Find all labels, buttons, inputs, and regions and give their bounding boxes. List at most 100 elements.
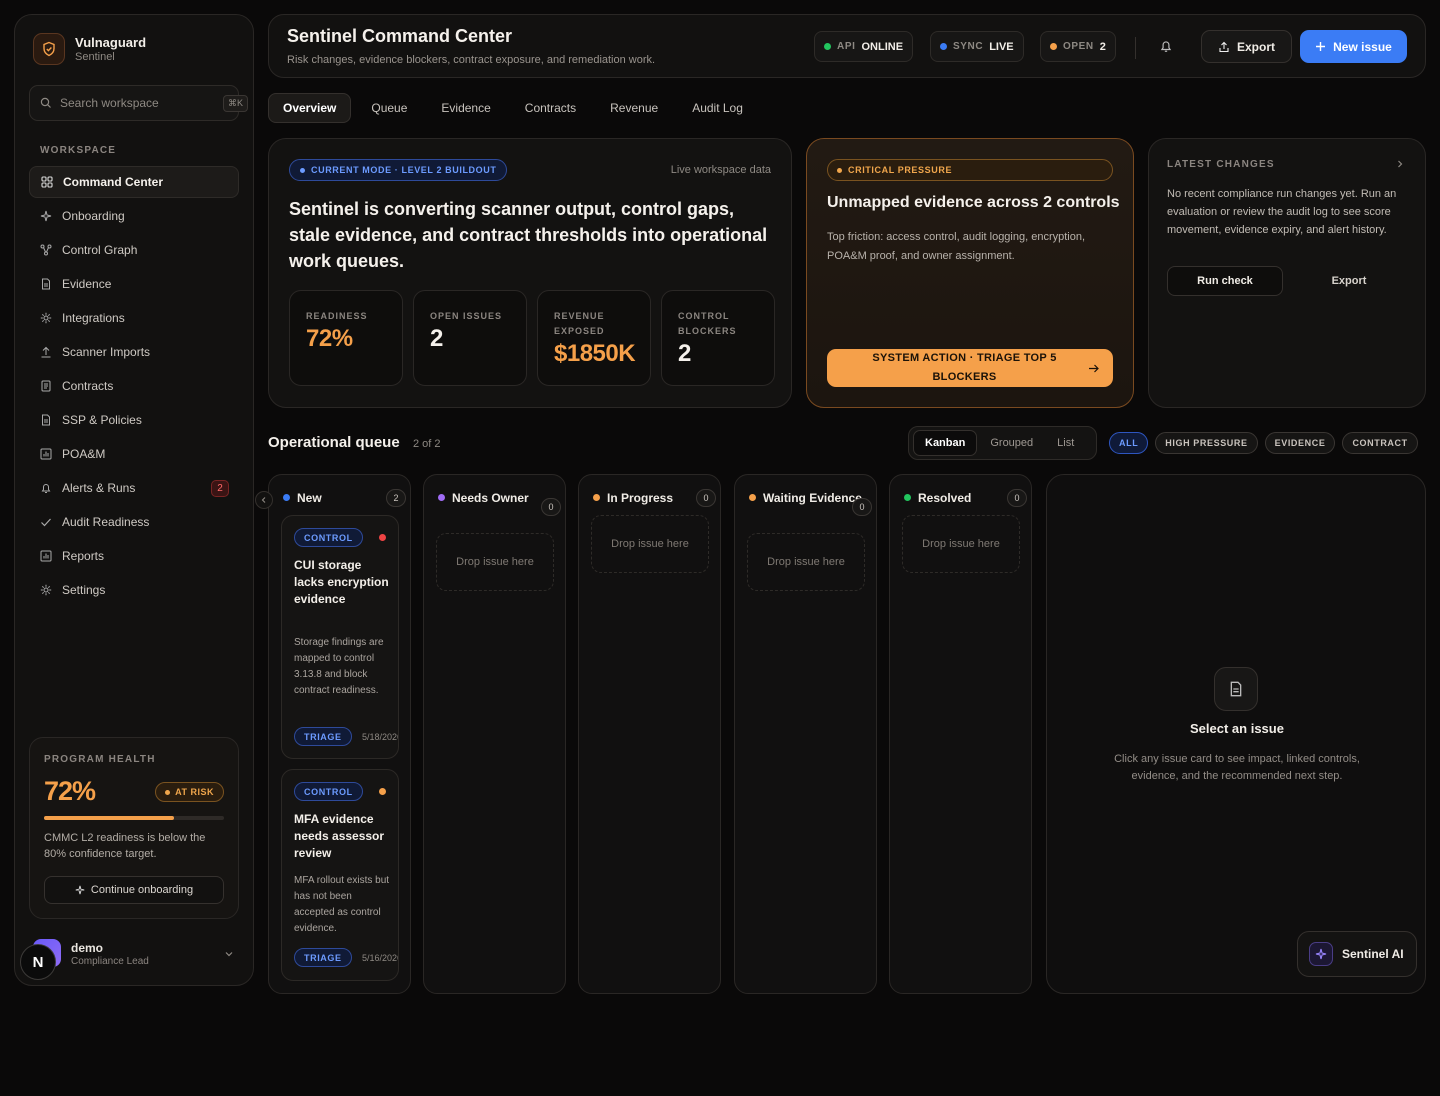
sidebar-item-label: Control Graph <box>62 243 138 257</box>
sidebar-item-poam[interactable]: POA&M <box>29 438 239 470</box>
alerts-count-badge: 2 <box>211 480 229 497</box>
drop-zone[interactable]: Drop issue here <box>591 515 709 573</box>
dev-badge[interactable]: N <box>20 944 56 980</box>
drop-zone[interactable]: Drop issue here <box>902 515 1020 573</box>
filter-contract[interactable]: CONTRACT <box>1342 432 1418 454</box>
sidebar-item-label: Command Center <box>63 175 164 189</box>
search-box[interactable]: ⌘K <box>29 85 249 121</box>
search-input[interactable] <box>60 96 215 110</box>
bell-icon[interactable] <box>1159 39 1173 53</box>
search-shortcut: ⌘K <box>223 94 249 112</box>
sidebar: Vulnaguard Sentinel ⌘K WORKSPACE Command… <box>14 14 254 986</box>
filter-high-pressure[interactable]: HIGH PRESSURE <box>1155 432 1258 454</box>
risk-badge: AT RISK <box>155 782 224 802</box>
sidebar-item-reports[interactable]: Reports <box>29 540 239 572</box>
overview-hero-card: CURRENT MODE · LEVEL 2 BUILDOUT Live wor… <box>268 138 792 408</box>
sidebar-item-audit-readiness[interactable]: Audit Readiness <box>29 506 239 538</box>
issue-date: 5/16/2026 <box>362 953 399 963</box>
sidebar-item-label: Alerts & Runs <box>62 481 136 495</box>
column-dot <box>904 494 911 501</box>
view-kanban[interactable]: Kanban <box>913 430 978 456</box>
sidebar-item-contracts[interactable]: Contracts <box>29 370 239 402</box>
tab-bar: Overview Queue Evidence Contracts Revenu… <box>268 93 757 123</box>
issue-title: CUI storage lacks encryption evidence <box>294 558 389 606</box>
latest-export-button[interactable]: Export <box>1291 266 1407 296</box>
column-name: Needs Owner <box>452 491 529 505</box>
sidebar-item-alerts-runs[interactable]: Alerts & Runs 2 <box>29 472 239 504</box>
triage-blockers-button[interactable]: SYSTEM ACTION · TRIAGE TOP 5 BLOCKERS <box>827 349 1113 387</box>
view-grouped[interactable]: Grouped <box>979 430 1044 456</box>
check-icon <box>40 516 52 528</box>
sidebar-item-label: Settings <box>62 583 106 597</box>
pill-key: SYNC <box>953 41 984 52</box>
tab-revenue[interactable]: Revenue <box>596 93 672 123</box>
tab-overview[interactable]: Overview <box>268 93 352 123</box>
issue-detail-panel: Select an issue Click any issue card to … <box>1046 474 1426 994</box>
kanban-column-resolved: Resolved 0 Drop issue here <box>889 474 1032 994</box>
sidebar-item-ssp-policies[interactable]: SSP & Policies <box>29 404 239 436</box>
live-data-label: Live workspace data <box>670 164 771 176</box>
sidebar-item-label: Contracts <box>62 379 114 393</box>
drop-zone[interactable]: Drop issue here <box>436 533 554 591</box>
empty-state-title: Select an issue <box>1190 721 1284 736</box>
critical-pressure-card: CRITICAL PRESSURE Unmapped evidence acro… <box>806 138 1134 408</box>
document-icon <box>1214 667 1258 711</box>
pill-key: OPEN <box>1063 41 1094 52</box>
critical-text: Top friction: access control, audit logg… <box>827 231 1086 262</box>
kanban-column-needs-owner: Needs Owner 0 Drop issue here <box>423 474 566 994</box>
tab-contracts[interactable]: Contracts <box>511 93 590 123</box>
view-list[interactable]: List <box>1046 430 1085 456</box>
filter-all[interactable]: ALL <box>1109 432 1149 454</box>
chevron-right-icon[interactable] <box>1395 159 1405 169</box>
sidebar-item-label: POA&M <box>62 447 106 461</box>
view-switcher: Kanban Grouped List <box>908 426 1097 460</box>
chart-icon <box>40 448 52 460</box>
queue-title: Operational queue <box>268 434 400 451</box>
brand-subtitle: Sentinel <box>75 51 115 63</box>
severity-dot <box>379 534 386 541</box>
user-menu[interactable]: demo Compliance Lead <box>33 939 238 973</box>
continue-onboarding-button[interactable]: Continue onboarding <box>44 876 224 904</box>
plus-icon <box>1315 41 1326 52</box>
kanban-column-in-progress: In Progress 0 Drop issue here <box>578 474 721 994</box>
filter-chips: ALL HIGH PRESSURE EVIDENCE CONTRACT <box>1109 432 1418 454</box>
sidebar-item-label: Audit Readiness <box>62 515 150 529</box>
stat-value: 72% <box>306 325 353 352</box>
tab-evidence[interactable]: Evidence <box>427 93 504 123</box>
tab-queue[interactable]: Queue <box>357 93 421 123</box>
user-role: Compliance Lead <box>71 956 149 967</box>
drop-zone[interactable]: Drop issue here <box>747 533 865 591</box>
export-button[interactable]: Export <box>1201 30 1292 63</box>
share-icon <box>1218 41 1230 53</box>
brand[interactable]: Vulnaguard Sentinel <box>33 33 146 65</box>
sidebar-item-settings[interactable]: Settings <box>29 574 239 606</box>
sentinel-ai-button[interactable]: Sentinel AI <box>1297 931 1417 977</box>
column-dot <box>438 494 445 501</box>
sidebar-item-integrations[interactable]: Integrations <box>29 302 239 334</box>
sparkle-icon <box>1309 942 1333 966</box>
stat-control-blockers: CONTROL BLOCKERS 2 <box>661 290 775 386</box>
readiness-progress-bar <box>44 816 224 820</box>
new-issue-button[interactable]: New issue <box>1300 30 1407 63</box>
sidebar-item-control-graph[interactable]: Control Graph <box>29 234 239 266</box>
sidebar-item-command-center[interactable]: Command Center <box>29 166 239 198</box>
collapse-sidebar-button[interactable] <box>255 491 273 509</box>
sync-status-pill: SYNC LIVE <box>930 31 1024 62</box>
stat-label: CONTROL BLOCKERS <box>678 311 737 336</box>
file-icon <box>40 278 52 290</box>
program-health-value: 72% <box>44 776 96 806</box>
sidebar-item-evidence[interactable]: Evidence <box>29 268 239 300</box>
issue-card[interactable]: CONTROL MFA evidence needs assessor revi… <box>281 769 399 981</box>
filter-evidence[interactable]: EVIDENCE <box>1264 432 1336 454</box>
issue-card[interactable]: CONTROL CUI storage lacks encryption evi… <box>281 515 399 759</box>
tab-audit-log[interactable]: Audit Log <box>678 93 757 123</box>
program-health-text: CMMC L2 readiness is below the 80% confi… <box>44 832 206 860</box>
sidebar-item-onboarding[interactable]: Onboarding <box>29 200 239 232</box>
run-check-button[interactable]: Run check <box>1167 266 1283 296</box>
column-dot <box>749 494 756 501</box>
stat-label: OPEN ISSUES <box>430 311 503 321</box>
kanban-column-waiting-evidence: Waiting Evidence 0 Drop issue here <box>734 474 877 994</box>
sidebar-item-scanner-imports[interactable]: Scanner Imports <box>29 336 239 368</box>
issue-status: TRIAGE <box>294 727 352 746</box>
chart-icon <box>40 550 52 562</box>
